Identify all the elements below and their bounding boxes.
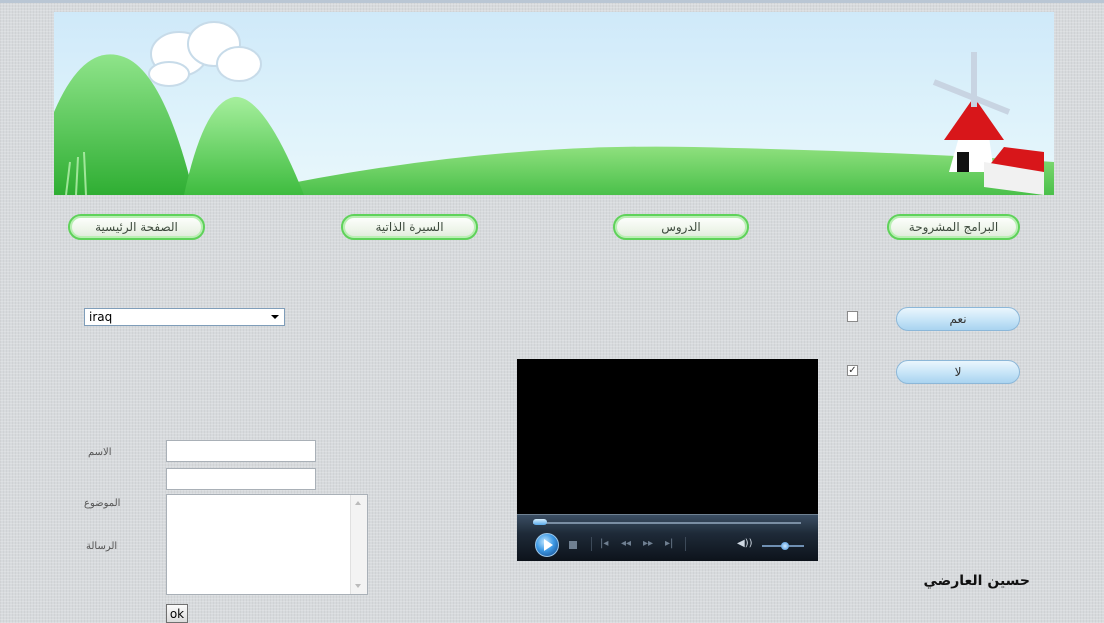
nav-lessons[interactable]: الدروس — [613, 214, 749, 240]
speaker-icon[interactable]: ◀)) — [737, 539, 753, 549]
nav-cv[interactable]: السيرة الذاتية — [341, 214, 478, 240]
author-name: حسين العارضي — [923, 573, 1031, 589]
fast-forward-icon[interactable]: ▸▸ — [643, 539, 653, 549]
next-icon[interactable]: ▸| — [665, 539, 673, 549]
video-player[interactable]: |◂ ◂◂ ▸▸ ▸| ◀)) — [517, 359, 818, 561]
header-banner — [54, 12, 1054, 195]
yes-checkbox[interactable] — [847, 311, 858, 322]
top-border — [0, 0, 1104, 3]
no-checkbox[interactable]: ✓ — [847, 365, 858, 376]
message-label: الرسالة — [86, 541, 118, 552]
submit-button[interactable]: ok — [166, 604, 188, 623]
message-textarea[interactable] — [166, 494, 368, 595]
subject-input[interactable] — [166, 468, 316, 490]
play-icon[interactable] — [535, 533, 559, 557]
previous-icon[interactable]: |◂ — [600, 539, 608, 549]
nav-home[interactable]: الصفحة الرئيسية — [68, 214, 205, 240]
volume-handle[interactable] — [781, 542, 789, 550]
stop-icon[interactable] — [569, 541, 577, 549]
rewind-icon[interactable]: ◂◂ — [621, 539, 631, 549]
landscape-illustration — [54, 21, 1054, 195]
cloud — [148, 21, 262, 87]
yes-button[interactable]: نعم — [896, 307, 1020, 331]
nav-projects[interactable]: البرامج المشروحة — [887, 214, 1020, 240]
name-label: الاسم — [88, 447, 112, 458]
chevron-down-icon — [271, 315, 279, 319]
no-button[interactable]: لا — [896, 360, 1020, 384]
scroll-up-icon[interactable] — [355, 501, 361, 505]
player-controls: |◂ ◂◂ ▸▸ ▸| ◀)) — [517, 514, 818, 561]
seek-bar[interactable] — [533, 522, 801, 524]
separator — [685, 537, 686, 551]
country-select-value: iraq — [89, 310, 113, 324]
name-input[interactable] — [166, 440, 316, 462]
checkmark-icon: ✓ — [848, 365, 857, 376]
country-select[interactable]: iraq — [84, 308, 285, 326]
separator — [591, 537, 592, 551]
textarea-scrollbar[interactable] — [350, 495, 367, 594]
subject-label: الموضوع — [84, 498, 121, 509]
scroll-down-icon[interactable] — [355, 584, 361, 588]
seek-handle[interactable] — [533, 519, 547, 525]
